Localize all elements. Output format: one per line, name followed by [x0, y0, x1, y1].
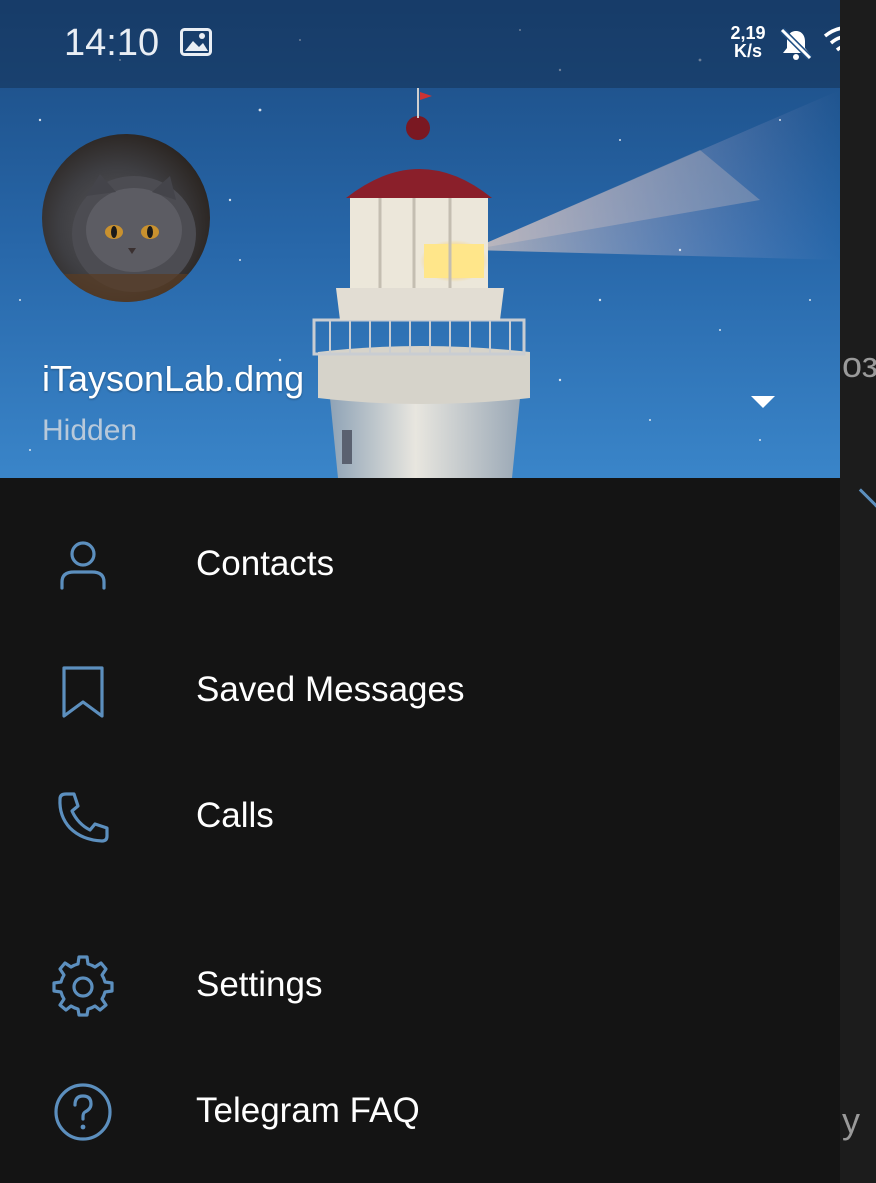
menu-item-label: Calls [196, 796, 274, 835]
network-speed: 2,19 K/s [726, 24, 770, 60]
phone-status: Hidden [42, 414, 138, 447]
user-name: iTaysonLab.dmg [42, 358, 305, 399]
menu-item-label: Contacts [196, 544, 335, 583]
network-speed-unit: K/s [733, 41, 762, 61]
mute-icon [779, 27, 813, 61]
avatar[interactable] [42, 134, 210, 302]
background-chat-list: оз у [840, 0, 876, 1183]
chevron-down-icon [858, 472, 876, 509]
help-icon [54, 1083, 112, 1141]
status-time: 14:10 [64, 22, 160, 64]
gallery-icon [180, 28, 212, 56]
network-speed-value: 2,19 [730, 23, 766, 43]
menu-item-calls[interactable]: Calls [0, 761, 840, 871]
menu-item-settings[interactable]: Settings [0, 930, 840, 1040]
menu-item-saved-messages[interactable]: Saved Messages [0, 635, 840, 745]
menu-item-contacts[interactable]: Contacts [0, 509, 840, 619]
wifi-icon [823, 26, 840, 52]
menu-item-telegram-faq[interactable]: Telegram FAQ [0, 1056, 840, 1166]
status-bar: 14:10 2,19 K/s [0, 0, 840, 88]
gear-icon [52, 955, 114, 1017]
menu-item-label: Settings [196, 965, 323, 1004]
bookmark-icon [62, 666, 104, 718]
phone-icon [58, 792, 109, 843]
background-text-fragment: оз [842, 344, 876, 385]
menu-item-label: Saved Messages [196, 670, 465, 709]
cat-avatar-image [42, 174, 210, 302]
menu-item-label: Telegram FAQ [196, 1091, 420, 1130]
navigation-drawer: iTaysonLab.dmg Hidden 14:10 2,19 K/s Con… [0, 0, 840, 1183]
background-text-fragment: у [842, 1100, 860, 1141]
contacts-icon [60, 541, 106, 590]
triangle-down-icon [751, 396, 775, 408]
account-switcher-button[interactable] [740, 384, 786, 420]
